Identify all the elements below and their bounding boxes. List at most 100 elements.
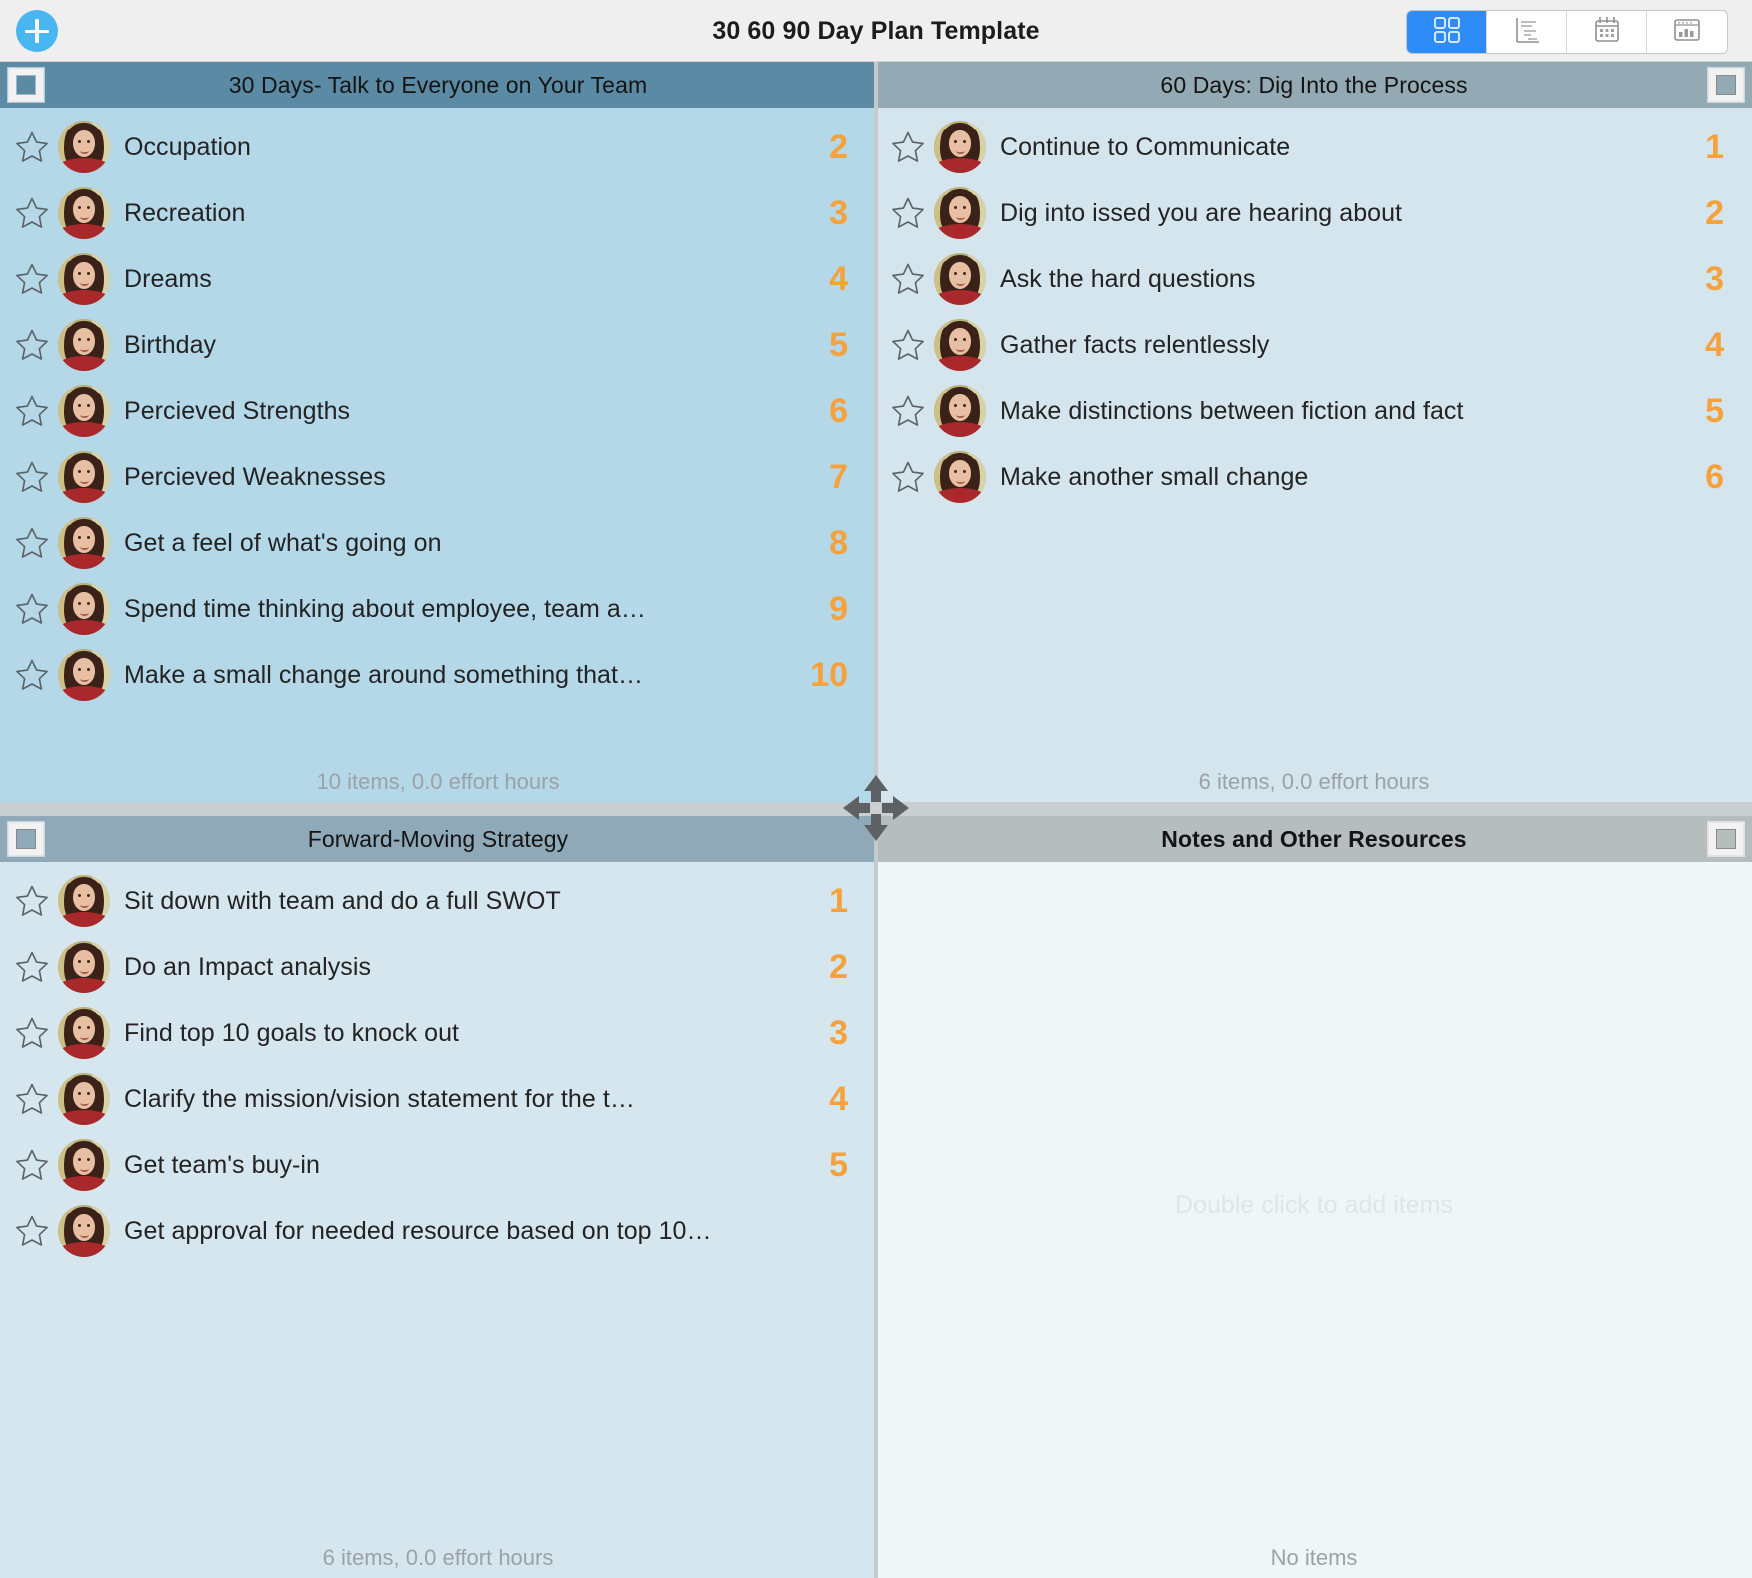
avatar	[58, 583, 110, 635]
list-item-rank: 3	[829, 1013, 848, 1052]
pane-body-60-days: Continue to Communicate 1 Dig into issed y…	[876, 108, 1752, 802]
list-item[interactable]: Dreams 4	[0, 246, 876, 312]
list-item-label: Clarify the mission/vision statement for…	[124, 1084, 635, 1113]
pane-header-notes-and-other-resources: Notes and Other Resources	[876, 816, 1752, 862]
list-item[interactable]: Get a feel of what's going on 8	[0, 510, 876, 576]
star-icon[interactable]	[14, 657, 50, 693]
list-item[interactable]: Continue to Communicate 1	[876, 114, 1752, 180]
collapse-button-30-days[interactable]	[8, 68, 44, 102]
star-icon[interactable]	[890, 327, 926, 363]
list-item-label: Sit down with team and do a full SWOT	[124, 886, 561, 915]
list-item-rank: 2	[1705, 193, 1724, 232]
list-item-rank: 9	[829, 589, 848, 628]
star-icon[interactable]	[14, 327, 50, 363]
square-icon	[1716, 75, 1736, 95]
star-icon[interactable]	[14, 261, 50, 297]
item-list-notes-and-other-resources	[876, 862, 1752, 868]
list-item[interactable]: Get team's buy-in 5	[0, 1132, 876, 1198]
avatar	[58, 451, 110, 503]
outline-icon	[1512, 15, 1542, 50]
collapse-button-60-days[interactable]	[1708, 68, 1744, 102]
star-icon[interactable]	[890, 129, 926, 165]
pane-header-60-days: 60 Days: Dig Into the Process	[876, 62, 1752, 108]
avatar	[934, 319, 986, 371]
list-item[interactable]: Gather facts relentlessly 4	[876, 312, 1752, 378]
collapse-button-notes-and-other-resources[interactable]	[1708, 822, 1744, 856]
view-button-chart[interactable]	[1647, 11, 1727, 53]
app-window: 30 60 90 Day Plan Template 30 Days- Talk…	[0, 0, 1752, 1578]
list-item-label: Percieved Strengths	[124, 396, 351, 425]
star-icon[interactable]	[14, 1213, 50, 1249]
list-item[interactable]: Get approval for needed resource based o…	[0, 1198, 876, 1264]
star-icon[interactable]	[14, 949, 50, 985]
list-item-rank: 1	[829, 881, 848, 920]
list-item-rank: 6	[829, 391, 848, 430]
star-icon[interactable]	[14, 195, 50, 231]
avatar	[58, 121, 110, 173]
star-icon[interactable]	[14, 591, 50, 627]
list-item[interactable]: Do an Impact analysis 2	[0, 934, 876, 1000]
chart-icon	[1672, 15, 1702, 50]
star-icon[interactable]	[14, 1015, 50, 1051]
star-icon[interactable]	[890, 393, 926, 429]
list-item[interactable]: Sit down with team and do a full SWOT 1	[0, 868, 876, 934]
list-item[interactable]: Make distinctions between fiction and fa…	[876, 378, 1752, 444]
list-item[interactable]: Percieved Strengths 6	[0, 378, 876, 444]
list-item-rank: 3	[1705, 259, 1724, 298]
pane-footer-30-days: 10 items, 0.0 effort hours	[316, 769, 560, 794]
view-button-grid[interactable]	[1407, 11, 1487, 53]
pane-title-notes-and-other-resources: Notes and Other Resources	[1161, 825, 1467, 852]
item-list-60-days: Continue to Communicate 1 Dig into issed y…	[876, 108, 1752, 510]
list-item[interactable]: Ask the hard questions 3	[876, 246, 1752, 312]
list-item-label: Make a small change around something tha…	[124, 660, 644, 689]
pane-header-forward-moving-strategy: Forward-Moving Strategy	[0, 816, 876, 862]
list-item[interactable]: Occupation 2	[0, 114, 876, 180]
collapse-button-forward-moving-strategy[interactable]	[8, 822, 44, 856]
star-icon[interactable]	[14, 883, 50, 919]
avatar	[934, 187, 986, 239]
view-button-calendar[interactable]	[1567, 11, 1647, 53]
list-item[interactable]: Dig into issed you are hearing about 2	[876, 180, 1752, 246]
empty-state-hint: Double click to add items	[1175, 1191, 1453, 1220]
star-icon[interactable]	[14, 393, 50, 429]
star-icon[interactable]	[14, 459, 50, 495]
avatar	[58, 517, 110, 569]
list-item[interactable]: Spend time thinking about employee, team…	[0, 576, 876, 642]
avatar	[58, 253, 110, 305]
star-icon[interactable]	[14, 1081, 50, 1117]
list-item-rank: 5	[829, 1145, 848, 1184]
list-item-label: Get approval for needed resource based o…	[124, 1216, 712, 1245]
list-item-rank: 5	[829, 325, 848, 364]
star-icon[interactable]	[14, 129, 50, 165]
star-icon[interactable]	[890, 459, 926, 495]
list-item[interactable]: Percieved Weaknesses 7	[0, 444, 876, 510]
list-item-label: Gather facts relentlessly	[1000, 330, 1270, 359]
list-item-label: Continue to Communicate	[1000, 132, 1291, 161]
square-icon	[1716, 829, 1736, 849]
star-icon[interactable]	[890, 261, 926, 297]
pane-body-notes-and-other-resources[interactable]: Double click to add items No items	[876, 862, 1752, 1578]
star-icon[interactable]	[14, 525, 50, 561]
list-item-label: Make distinctions between fiction and fa…	[1000, 396, 1464, 425]
list-item[interactable]: Clarify the mission/vision statement for…	[0, 1066, 876, 1132]
list-item-label: Dreams	[124, 264, 212, 293]
avatar	[58, 875, 110, 927]
star-icon[interactable]	[14, 1147, 50, 1183]
list-item-label: Make another small change	[1000, 462, 1309, 491]
pane-footer-60-days: 6 items, 0.0 effort hours	[1198, 769, 1430, 794]
view-button-outline[interactable]	[1487, 11, 1567, 53]
four-way-resize-handle[interactable]	[838, 770, 914, 846]
list-item[interactable]: Make a small change around something tha…	[0, 642, 876, 708]
grid-icon	[1432, 15, 1462, 50]
list-item-label: Occupation	[124, 132, 251, 161]
list-item[interactable]: Recreation 3	[0, 180, 876, 246]
avatar	[58, 319, 110, 371]
list-item[interactable]: Find top 10 goals to knock out 3	[0, 1000, 876, 1066]
list-item-label: Get team's buy-in	[124, 1150, 320, 1179]
pane-title-60-days: 60 Days: Dig Into the Process	[1160, 71, 1468, 98]
list-item[interactable]: Birthday 5	[0, 312, 876, 378]
list-item[interactable]: Make another small change 6	[876, 444, 1752, 510]
avatar	[934, 385, 986, 437]
star-icon[interactable]	[890, 195, 926, 231]
avatar	[58, 1073, 110, 1125]
